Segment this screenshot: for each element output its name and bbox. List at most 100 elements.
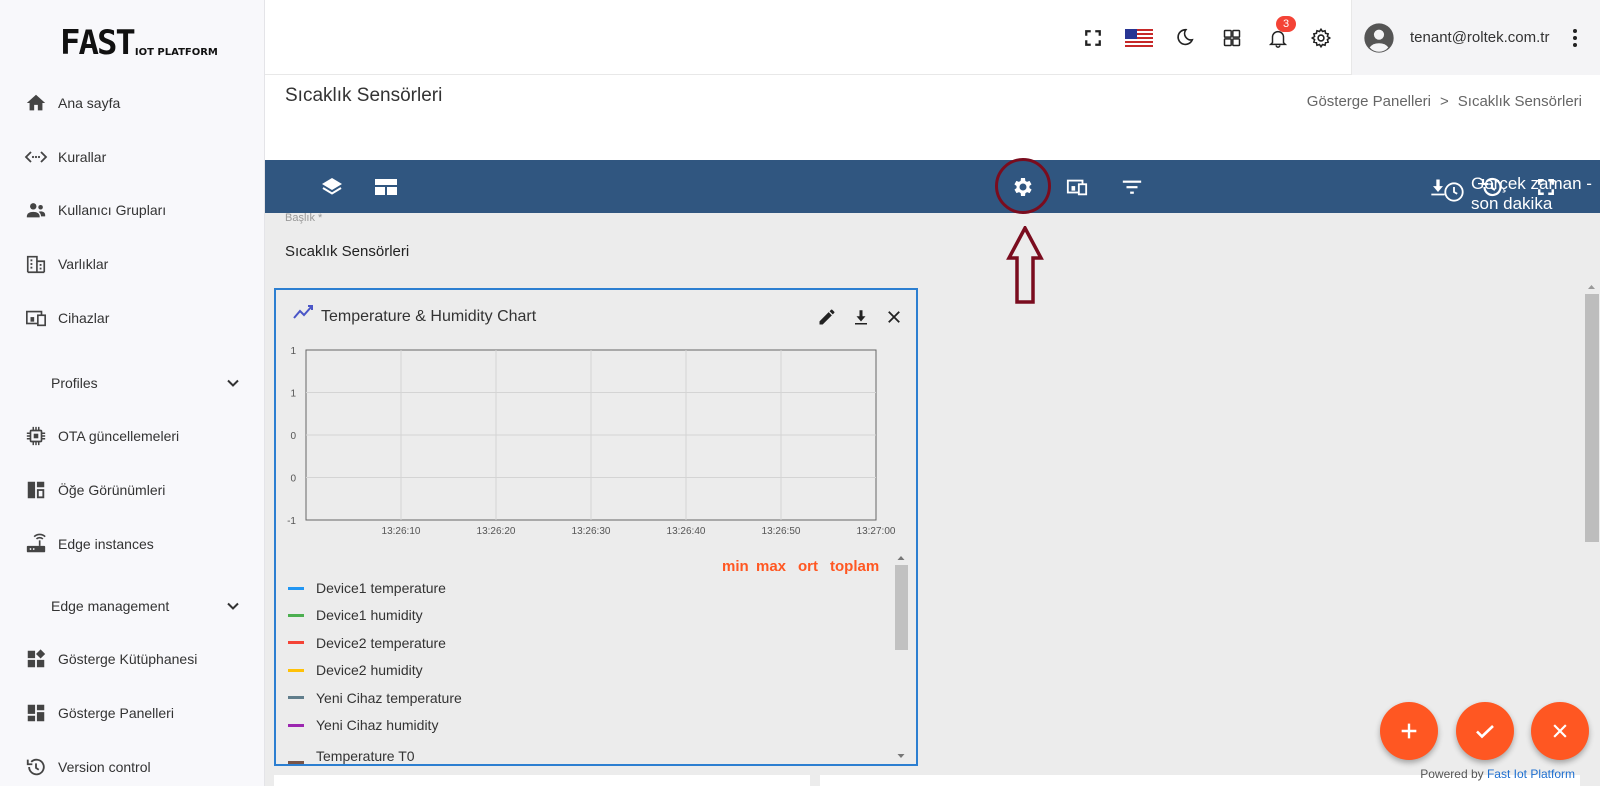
sidebar-group-profiles[interactable]: Profiles: [0, 363, 265, 403]
sidebar-item-label: Gösterge Kütüphanesi: [58, 651, 198, 667]
sidebar-item-gosterge-panelleri[interactable]: Gösterge Panelleri: [0, 693, 265, 733]
legend-item[interactable]: Device1 temperature: [288, 577, 446, 599]
user-email[interactable]: tenant@roltek.com.tr: [1410, 29, 1549, 46]
widget-title: Temperature & Humidity Chart: [321, 308, 537, 325]
more-vert-icon[interactable]: [1568, 26, 1582, 50]
dashboard-layout-icon: [24, 478, 48, 502]
page-scrollbar-thumb[interactable]: [1585, 294, 1599, 542]
powered-by-link[interactable]: Fast Iot Platform: [1487, 767, 1575, 781]
title-field-input[interactable]: Sıcaklık Sensörleri: [285, 243, 409, 260]
widgets-icon: [24, 647, 48, 671]
sidebar-item-version-control[interactable]: Version control: [0, 747, 265, 786]
legend-swatch: [288, 641, 304, 645]
sidebar-item-label: Öğe Görünümleri: [58, 482, 166, 498]
chevron-down-icon: [223, 373, 243, 393]
logo-text: FAST: [60, 23, 136, 63]
line-chart[interactable]: 1 1 0 0 -1 13:26:10 13:26:20 13:26:30 13:26:40 13…: [276, 345, 916, 545]
filter-icon[interactable]: [1119, 174, 1145, 200]
entity-aliases-icon[interactable]: [1064, 174, 1090, 200]
download-icon[interactable]: [850, 306, 872, 328]
chart-widget[interactable]: Temperature & Humidity Chart 1 1 0 0 -1 13:26…: [274, 288, 918, 766]
sidebar-item-label: Kullanıcı Grupları: [58, 202, 167, 218]
breadcrumb-current: Sıcaklık Sensörleri: [1457, 93, 1582, 110]
check-icon: [1476, 725, 1494, 739]
legend-header-total: toplam: [830, 558, 880, 575]
sidebar-item-label: Gösterge Panelleri: [58, 705, 174, 721]
router-icon: [24, 532, 48, 556]
sidebar-item-oge-gorunumleri[interactable]: Öğe Görünümleri: [0, 470, 265, 510]
add-widget-button[interactable]: [1380, 702, 1438, 760]
logo: FAST IOT PLATFORM: [60, 20, 218, 60]
sidebar-item-label: Kurallar: [58, 149, 107, 165]
sidebar-item-kullanici-gruplari[interactable]: Kullanıcı Grupları: [0, 190, 265, 230]
sidebar-item-ana-sayfa[interactable]: Ana sayfa: [0, 83, 265, 123]
page-title: Sıcaklık Sensörleri: [285, 85, 443, 106]
sidebar-item-edge-instances[interactable]: Edge instances: [0, 524, 265, 564]
sidebar-group-edge-management[interactable]: Edge management: [0, 586, 265, 626]
x-tick-label: 13:26:30: [572, 526, 611, 537]
chevron-down-icon: [223, 596, 243, 616]
legend-swatch: [288, 761, 304, 764]
home-icon: [24, 91, 48, 115]
timeseries-chart-icon: [292, 302, 316, 322]
people-icon: [24, 198, 48, 222]
sidebar-item-varliklar[interactable]: Varlıklar: [0, 244, 265, 284]
legend-swatch: [288, 668, 304, 672]
y-tick-label: 1: [290, 389, 296, 400]
apply-changes-button[interactable]: [1456, 702, 1514, 760]
dashboard-settings-icon[interactable]: [1009, 174, 1035, 200]
sidebar: FAST IOT PLATFORM Ana sayfa Kurallar Kul…: [0, 0, 265, 786]
layout-icon[interactable]: [373, 174, 399, 200]
avatar[interactable]: [1363, 22, 1395, 54]
history-icon: [24, 755, 48, 779]
legend-item: Temperature T0: [288, 750, 415, 764]
close-icon[interactable]: [883, 306, 905, 328]
legend-swatch: [288, 723, 304, 727]
sidebar-item-label: Ana sayfa: [58, 95, 121, 111]
settings-gear-icon[interactable]: [1309, 26, 1333, 50]
apps-grid-icon[interactable]: [1220, 26, 1244, 50]
layers-icon[interactable]: [319, 174, 345, 200]
legend-header-max: max: [756, 558, 787, 575]
legend-header-avg: ort: [798, 558, 818, 575]
powered-by: Powered by Fast Iot Platform: [1420, 767, 1575, 781]
sidebar-item-ota[interactable]: OTA güncellemeleri: [0, 416, 265, 456]
legend-label: Device1 temperature: [316, 580, 446, 596]
legend-item[interactable]: Device1 humidity: [288, 604, 423, 626]
breadcrumb-link[interactable]: Gösterge Panelleri: [1307, 93, 1431, 110]
download-icon[interactable]: [1425, 174, 1451, 200]
logo-subtext: IOT PLATFORM: [134, 47, 218, 58]
sidebar-item-label: Edge instances: [58, 536, 154, 552]
y-tick-label: 0: [290, 431, 296, 442]
x-tick-label: 13:26:20: [477, 526, 516, 537]
sidebar-item-kurallar[interactable]: Kurallar: [0, 137, 265, 177]
us-flag-icon[interactable]: [1125, 26, 1153, 50]
legend-item[interactable]: Device2 temperature: [288, 632, 446, 654]
edit-icon[interactable]: [816, 306, 838, 328]
sidebar-item-label: Version control: [58, 759, 151, 775]
history-icon[interactable]: [1479, 174, 1505, 200]
sidebar-item-cihazlar[interactable]: Cihazlar: [0, 298, 265, 338]
x-tick-label: 13:26:40: [667, 526, 706, 537]
breadcrumb: Gösterge Panelleri > Sıcaklık Sensörleri: [1307, 93, 1582, 110]
notification-badge: 3: [1276, 16, 1296, 32]
legend-item[interactable]: Yeni Cihaz temperature: [288, 687, 462, 709]
fullscreen-icon[interactable]: [1081, 26, 1105, 50]
widget-placeholder: [274, 775, 810, 786]
breadcrumb-separator: >: [1440, 93, 1449, 110]
sidebar-item-gosterge-kutuphanesi[interactable]: Gösterge Kütüphanesi: [0, 639, 265, 679]
fullscreen-icon[interactable]: [1533, 174, 1559, 200]
dark-mode-icon[interactable]: [1172, 26, 1196, 50]
sidebar-item-label: OTA güncellemeleri: [58, 428, 180, 444]
legend-scrollbar-thumb[interactable]: [895, 565, 908, 650]
legend-label: Device1 humidity: [316, 607, 423, 624]
devices-icon: [24, 306, 48, 330]
legend-item[interactable]: Device2 humidity: [288, 659, 423, 681]
x-tick-label: 13:26:50: [762, 526, 801, 537]
x-tick-label: 13:26:10: [382, 526, 421, 537]
arrow-up-icon: [1006, 226, 1044, 304]
legend-label: Yeni Cihaz temperature: [316, 689, 462, 706]
cancel-edit-button[interactable]: [1531, 702, 1589, 760]
timewindow-selector[interactable]: Gerçek zaman - son dakika: [1443, 174, 1600, 214]
legend-item[interactable]: Yeni Cihaz humidity: [288, 714, 438, 736]
